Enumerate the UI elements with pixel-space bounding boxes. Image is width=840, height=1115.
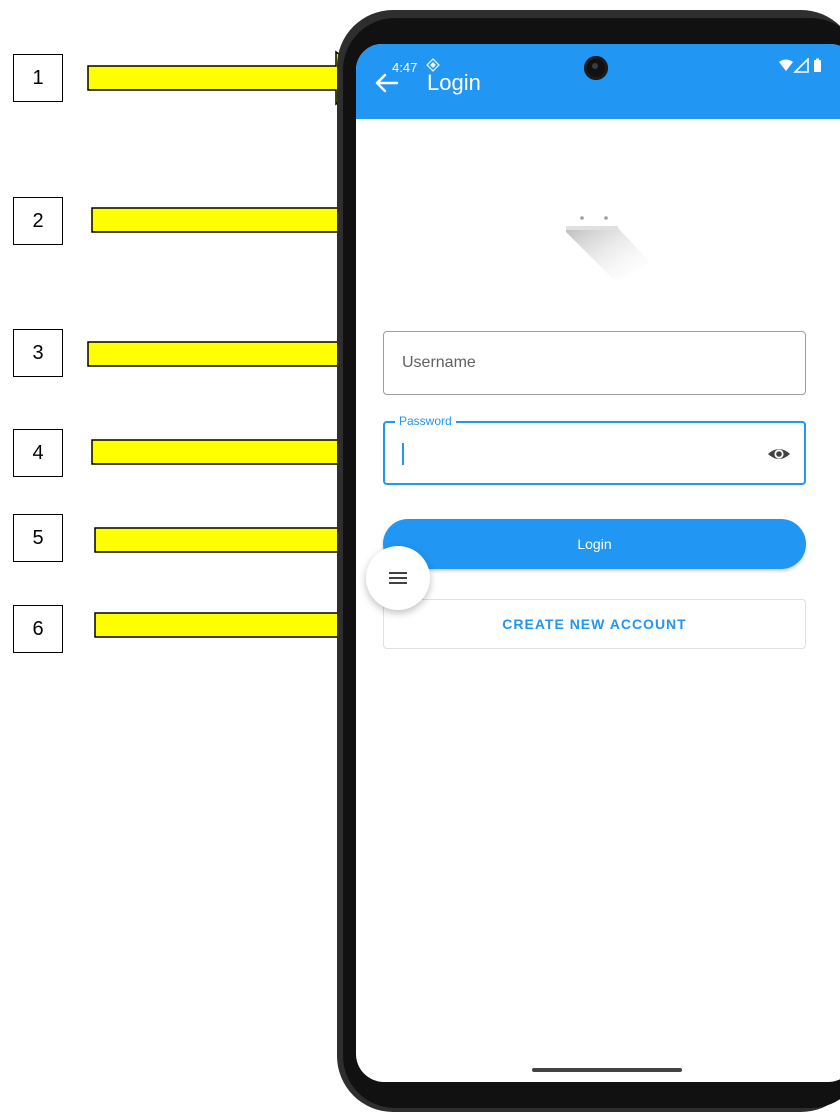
status-icons	[779, 58, 821, 73]
back-button[interactable]	[370, 66, 404, 100]
menu-icon	[389, 572, 407, 584]
create-account-button[interactable]: CREATE NEW ACCOUNT	[383, 599, 806, 649]
username-input[interactable]	[384, 332, 805, 394]
cell-signal-icon	[793, 58, 809, 73]
callout-2: 2	[13, 197, 63, 245]
home-indicator[interactable]	[532, 1068, 682, 1072]
password-field[interactable]: Password	[383, 414, 806, 485]
eye-icon[interactable]	[766, 441, 792, 467]
username-field[interactable]	[383, 331, 806, 395]
password-input[interactable]	[385, 423, 745, 483]
front-camera	[584, 56, 608, 80]
callout-arrow-1	[87, 50, 375, 106]
phone-screen: 4:47 Login Username Password Login CREAT…	[356, 44, 840, 1082]
callout-1: 1	[13, 54, 63, 102]
page-title: Login	[427, 70, 481, 95]
page: 1 2 3 4 5 6 4:47 Login Username Password…	[0, 0, 840, 1115]
battery-icon	[814, 60, 821, 72]
app-bar: 4:47 Login	[356, 44, 840, 119]
app-logo-icon	[566, 216, 650, 282]
wifi-icon	[779, 59, 793, 71]
login-button[interactable]: Login	[383, 519, 806, 569]
callout-6: 6	[13, 605, 63, 653]
text-cursor	[402, 443, 404, 465]
arrow-back-icon	[375, 73, 399, 93]
callout-3: 3	[13, 329, 63, 377]
menu-fab[interactable]	[366, 546, 430, 610]
callout-4: 4	[13, 429, 63, 477]
callout-5: 5	[13, 514, 63, 562]
